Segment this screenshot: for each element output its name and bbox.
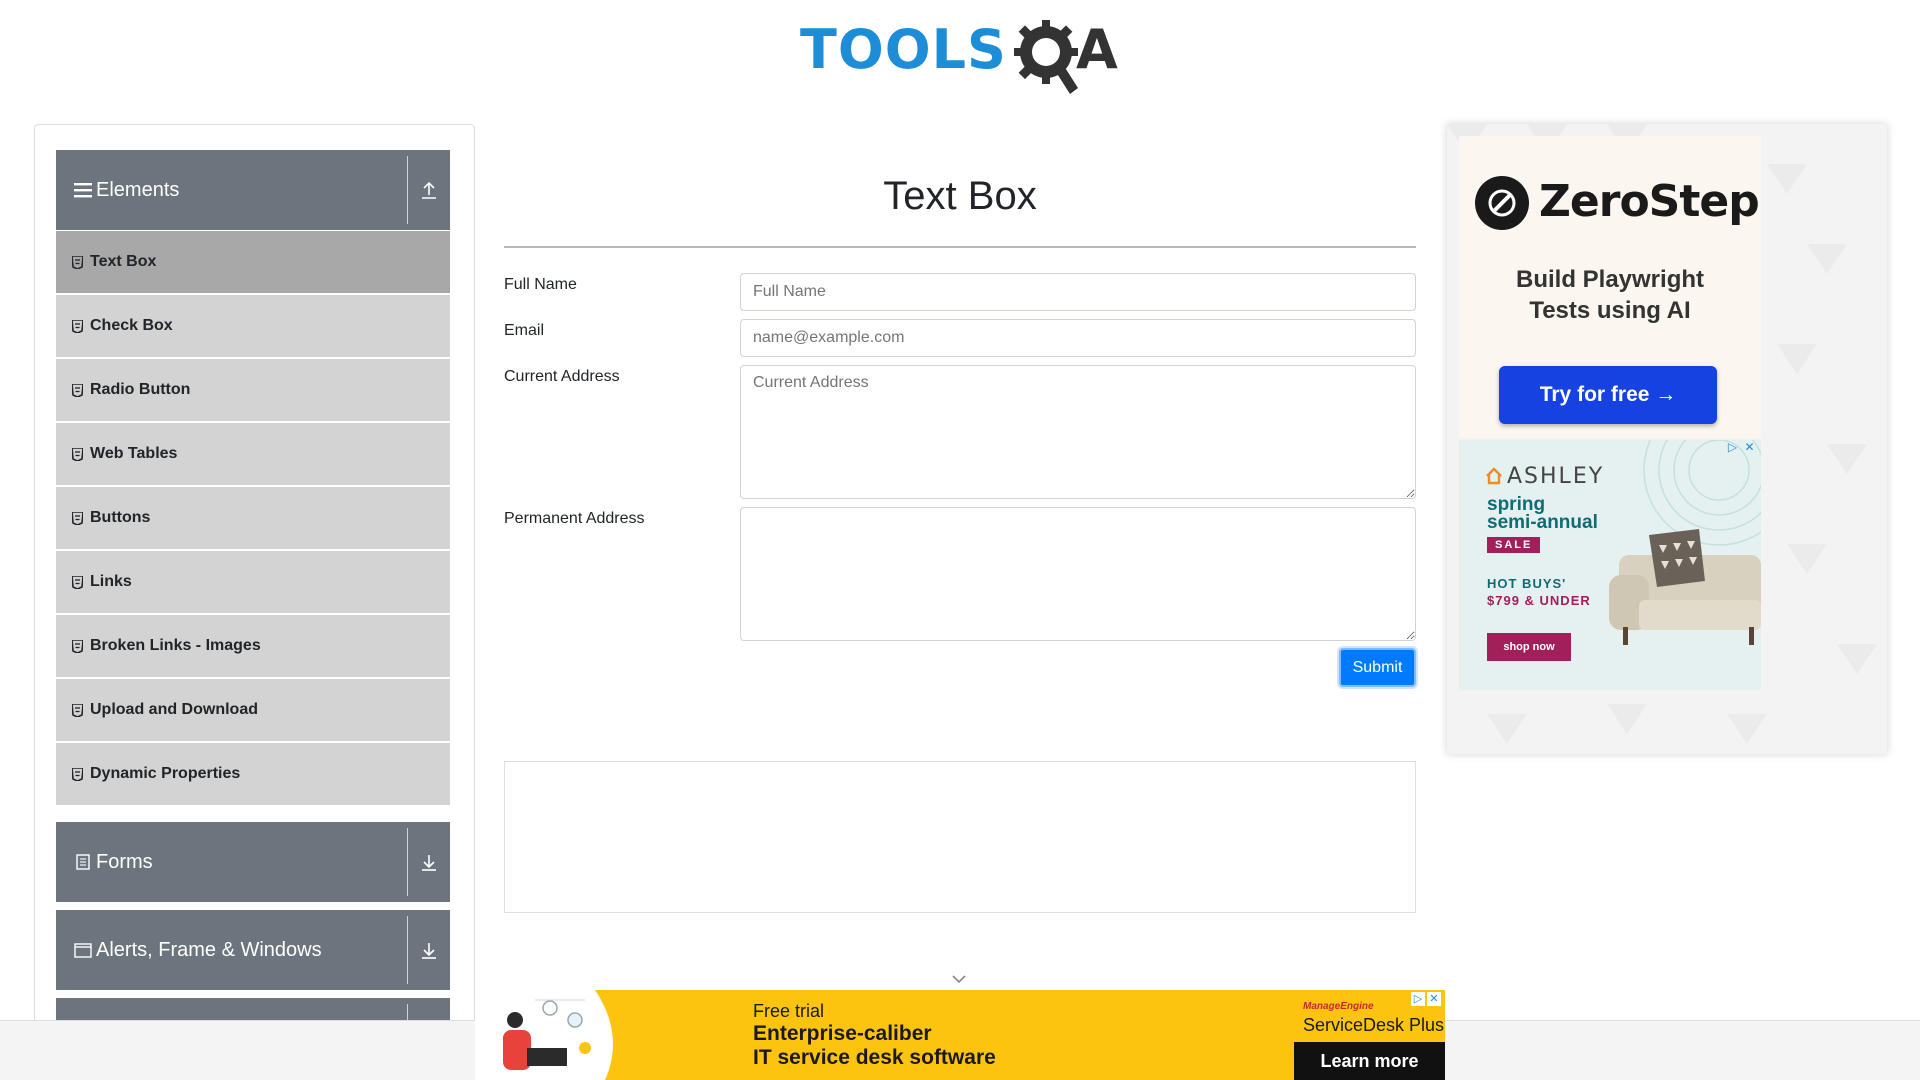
sidebar-item-label: Broken Links - Images — [90, 637, 261, 654]
collapse-up-icon[interactable] — [418, 178, 440, 202]
full-name-input[interactable] — [740, 273, 1416, 311]
output-box — [504, 761, 1416, 913]
ashley-hot-buys: HOT BUYS' $799 & UNDER — [1487, 575, 1591, 609]
html5-icon — [70, 318, 84, 334]
current-address-label: Current Address — [504, 368, 620, 385]
sidebar-item-web-tables[interactable]: Web Tables — [56, 423, 450, 485]
sidebar-item-radio-button[interactable]: Radio Button — [56, 359, 450, 421]
sidebar-item-links[interactable]: Links — [56, 551, 450, 613]
bottom-ad-line-2: Enterprise-caliber — [753, 1022, 932, 1045]
main-content: Text Box Full Name Email Current Address… — [504, 124, 1416, 1024]
group-alerts-frame-windows[interactable]: Alerts, Frame & Windows — [56, 910, 450, 990]
ad-illustration — [475, 990, 625, 1080]
ad-choices-icon[interactable]: ▷ — [1411, 992, 1425, 1006]
chevron-down-icon[interactable] — [947, 969, 971, 989]
sidebar-item-broken-links[interactable]: Broken Links - Images — [56, 615, 450, 677]
permanent-address-textarea[interactable] — [740, 507, 1416, 641]
ashley-hot-buys-text: HOT BUYS' — [1487, 576, 1567, 591]
expand-down-icon[interactable] — [418, 938, 440, 962]
sidebar-item-label: Text Box — [90, 253, 157, 270]
group-divider — [407, 156, 408, 224]
try-for-free-button[interactable]: Try for free → — [1499, 366, 1717, 424]
html5-icon — [70, 638, 84, 654]
right-ad[interactable]: ZeroStep Build Playwright Tests using AI… — [1447, 124, 1887, 754]
ashley-headline-2: semi-annual — [1487, 512, 1598, 533]
html5-icon — [70, 446, 84, 462]
bottom-ad-line-3: IT service desk software — [753, 1046, 996, 1069]
close-icon[interactable]: ✕ — [1427, 992, 1441, 1006]
submit-button[interactable]: Submit — [1339, 648, 1416, 687]
ashley-home-icon — [1486, 467, 1502, 485]
html5-icon — [70, 382, 84, 398]
expand-down-icon[interactable] — [418, 850, 440, 874]
sidebar: Elements Text Box Check Box Radio Button… — [34, 124, 475, 1044]
document-icon — [74, 853, 92, 871]
full-name-label: Full Name — [504, 276, 577, 293]
email-input[interactable] — [740, 319, 1416, 357]
zerostep-tagline-2: Tests using AI — [1529, 297, 1691, 324]
sidebar-item-label: Dynamic Properties — [90, 765, 241, 782]
sidebar-item-label: Links — [90, 573, 132, 590]
toolsqa-logo[interactable]: TOOLS A — [800, 14, 1126, 94]
bottom-ad-text: Free trial Enterprise-caliber IT service… — [753, 1000, 996, 1070]
group-divider — [407, 828, 408, 896]
group-forms[interactable]: Forms — [56, 822, 450, 902]
zerostep-logo-icon — [1475, 176, 1529, 230]
servicedesk-label: ServiceDesk Plus — [1303, 1015, 1445, 1035]
sidebar-item-label: Buttons — [90, 509, 151, 526]
sofa-image — [1609, 529, 1761, 645]
html5-icon — [70, 574, 84, 590]
group-divider — [407, 916, 408, 984]
shop-now-button[interactable]: shop now — [1487, 633, 1571, 661]
zerostep-ad[interactable]: ZeroStep Build Playwright Tests using AI… — [1459, 136, 1761, 438]
ad-choices[interactable]: ▷ ✕ — [1725, 440, 1757, 455]
sidebar-item-buttons[interactable]: Buttons — [56, 487, 450, 549]
ashley-brand: ASHLEY — [1507, 464, 1605, 489]
bottom-ad[interactable]: Free trial Enterprise-caliber IT service… — [475, 990, 1445, 1080]
zerostep-tagline-1: Build Playwright — [1515, 266, 1704, 293]
page-header: TOOLS A — [0, 0, 1920, 100]
html5-icon — [70, 702, 84, 718]
ashley-sale-badge: SALE — [1487, 537, 1541, 553]
learn-more-button[interactable]: Learn more — [1294, 1042, 1445, 1080]
zerostep-brand: ZeroStep — [1539, 176, 1760, 227]
window-icon — [74, 941, 92, 959]
ad-choices-icon[interactable]: ▷ — [1725, 440, 1740, 455]
group-forms-label: Forms — [96, 850, 153, 873]
group-alerts-label: Alerts, Frame & Windows — [96, 938, 322, 961]
sidebar-item-dynamic-properties[interactable]: Dynamic Properties — [56, 743, 450, 805]
title-divider — [504, 246, 1416, 248]
email-label: Email — [504, 322, 545, 339]
close-icon[interactable]: ✕ — [1742, 440, 1757, 455]
ad-choices[interactable]: ▷ ✕ — [1411, 992, 1441, 1006]
html5-icon — [70, 254, 84, 270]
permanent-address-label: Permanent Address — [504, 510, 645, 527]
group-elements-label: Elements — [96, 178, 180, 201]
logo-text-a: A — [1076, 18, 1118, 81]
sidebar-item-text-box[interactable]: Text Box — [56, 231, 450, 293]
sidebar-item-label: Web Tables — [90, 445, 178, 462]
html5-icon — [70, 766, 84, 782]
hamburger-icon — [74, 181, 92, 199]
group-elements[interactable]: Elements — [56, 150, 450, 230]
current-address-textarea[interactable] — [740, 365, 1416, 499]
sidebar-item-label: Radio Button — [90, 381, 191, 398]
ashley-ad[interactable]: ▷ ✕ ASHLEY spring semi-annual SALE HOT B… — [1459, 440, 1761, 690]
logo-text: TOOLS — [800, 18, 1007, 81]
sidebar-item-upload-download[interactable]: Upload and Download — [56, 679, 450, 741]
ashley-headline: spring semi-annual — [1487, 495, 1598, 533]
page-title: Text Box — [883, 174, 1037, 218]
ashley-price: $799 & UNDER — [1487, 593, 1591, 608]
sidebar-item-label: Check Box — [90, 317, 173, 334]
sidebar-item-check-box[interactable]: Check Box — [56, 295, 450, 357]
zerostep-tagline: Build Playwright Tests using AI — [1459, 264, 1761, 326]
html5-icon — [70, 510, 84, 526]
sidebar-item-label: Upload and Download — [90, 701, 258, 718]
bottom-ad-line-1: Free trial — [753, 1001, 825, 1021]
